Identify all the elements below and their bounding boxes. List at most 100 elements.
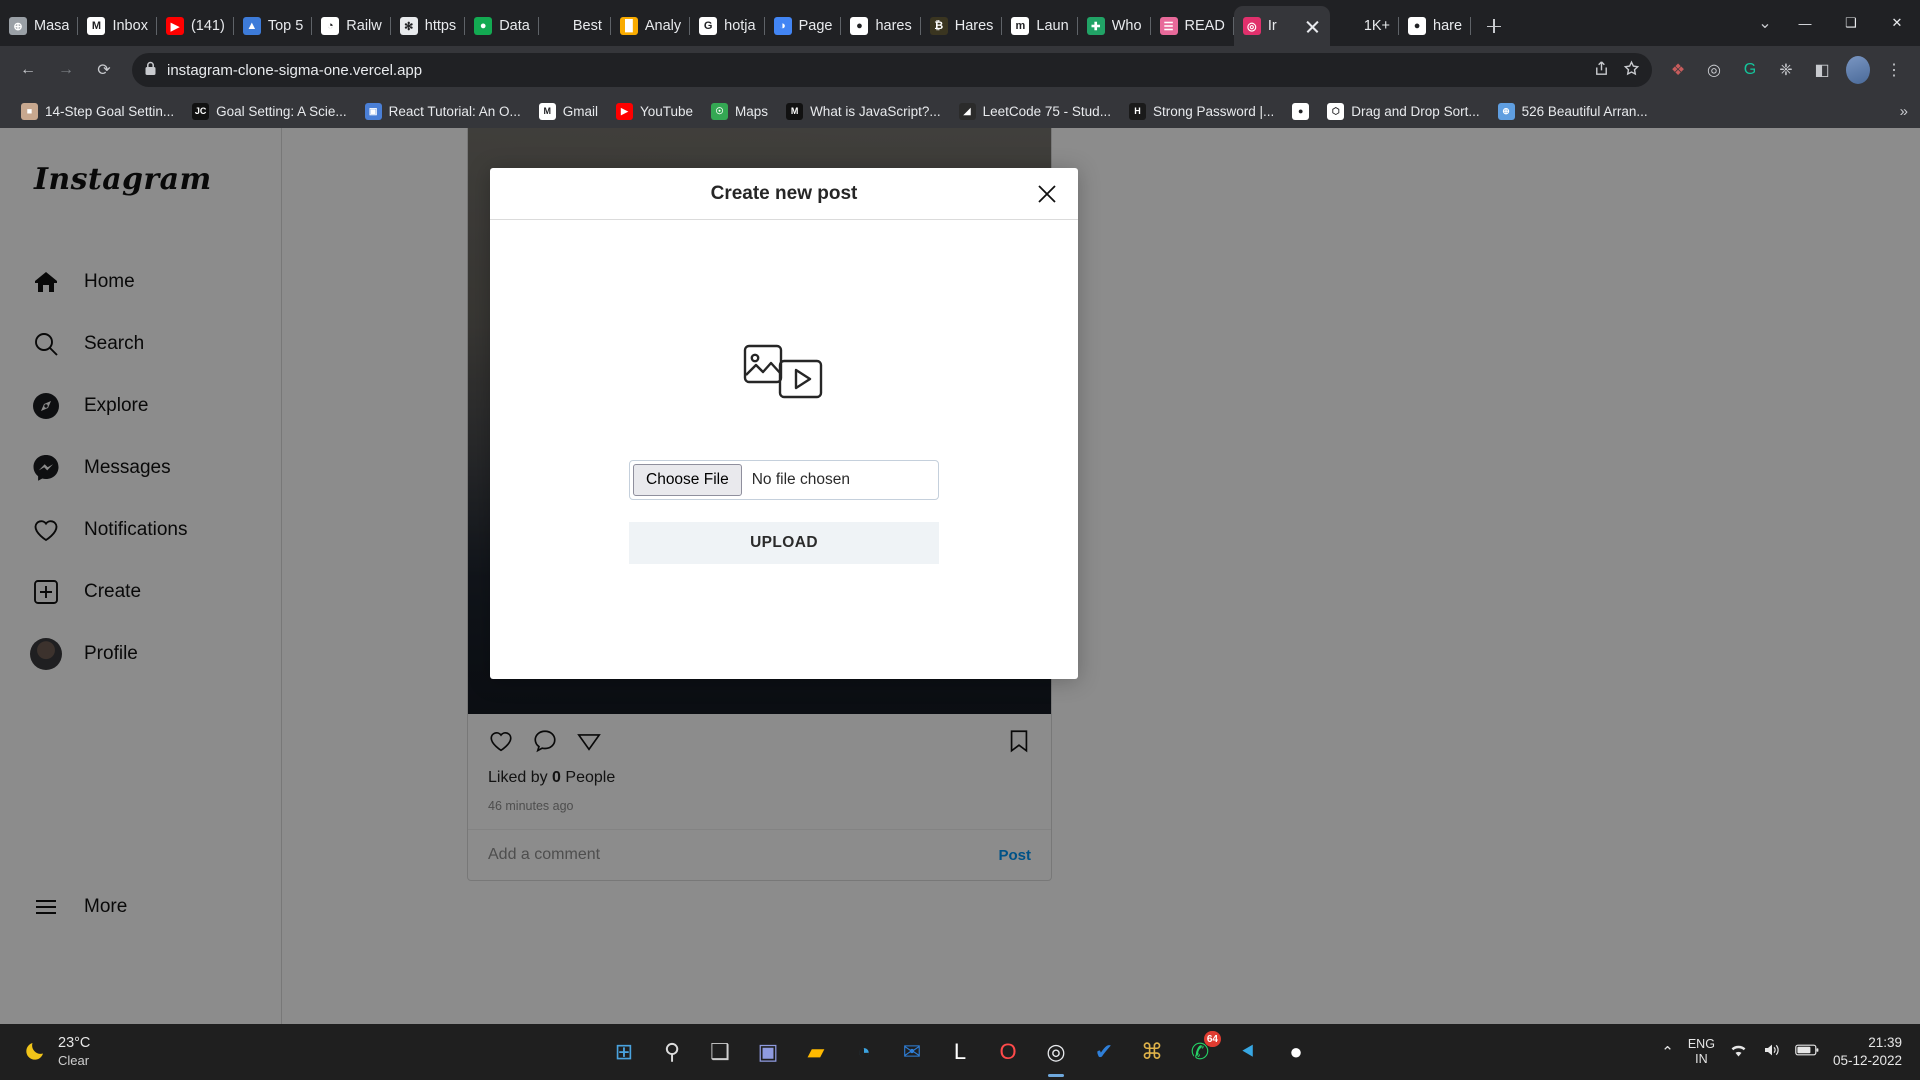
tab-search-chevron-icon[interactable]: ⌄	[1748, 3, 1782, 43]
bookmark-item[interactable]: ▣ React Tutorial: An O...	[356, 99, 530, 124]
back-button[interactable]: ←	[10, 52, 46, 88]
choose-file-button[interactable]: Choose File	[633, 464, 742, 496]
sidepanel-icon[interactable]: ◧	[1806, 54, 1838, 86]
browser-tab[interactable]: ⊕ Masa	[0, 6, 79, 46]
system-tray: ⌃ ENG IN 21:39 05-12-2022	[1661, 1034, 1920, 1069]
close-icon[interactable]	[1034, 181, 1060, 207]
browser-tab[interactable]: Ghotja	[690, 6, 765, 46]
new-tab-button[interactable]	[1477, 9, 1511, 43]
extension-colors-icon[interactable]: ❖	[1662, 54, 1694, 86]
maximize-button[interactable]: ❑	[1828, 3, 1874, 43]
google-chrome-icon[interactable]: ◎	[1039, 1035, 1073, 1069]
start-windows-icon[interactable]: ⊞	[607, 1035, 641, 1069]
microsoft-edge-icon[interactable]: ◔	[847, 1035, 881, 1069]
grammarly-icon[interactable]: G	[1734, 54, 1766, 86]
bookmark-item[interactable]: M Gmail	[530, 99, 607, 124]
reload-button[interactable]: ⟳	[86, 52, 122, 88]
browser-tab[interactable]: █ Analy	[611, 6, 691, 46]
github-icon: ●	[1408, 17, 1427, 35]
browser-tab[interactable]: ● hare	[1399, 6, 1472, 46]
lang-line2: IN	[1695, 1052, 1708, 1066]
upload-button[interactable]: UPLOAD	[629, 522, 939, 564]
tab-strip: ⊕ Masa M Inbox ▶ (141) ▲ Top 5 ◔ Railw ✻ https ● Data…	[0, 0, 1920, 46]
window-controls: ⌄ — ❑ ✕	[1748, 0, 1920, 46]
bookmark-item[interactable]: M What is JavaScript?...	[777, 99, 950, 124]
browser-tab[interactable]: ✚ Who	[1078, 6, 1151, 46]
bookmarks-overflow-button[interactable]: »	[1900, 103, 1908, 120]
bookmark-item[interactable]: ◢ LeetCode 75 - Stud...	[950, 99, 1120, 124]
modal-title: Create new post	[710, 182, 858, 204]
bookmark-item[interactable]: JC Goal Setting: A Scie...	[183, 99, 356, 124]
browser-tab[interactable]: ● hares	[841, 6, 921, 46]
mail-icon[interactable]: ✉	[895, 1035, 929, 1069]
task-view-icon[interactable]: ❑	[703, 1035, 737, 1069]
todo-check-icon[interactable]: ✔	[1087, 1035, 1121, 1069]
forward-button[interactable]: →	[48, 52, 84, 88]
bookmark-item[interactable]: ●	[1283, 99, 1318, 124]
bookmark-label: 526 Beautiful Arran...	[1521, 103, 1648, 119]
bookmark-item[interactable]: ⊕ 526 Beautiful Arran...	[1489, 99, 1657, 124]
taskbar-apps: ⊞ ⚲ ❑ ▣ ▰ ◔ ✉ L O ◎ ✔ ⌘ ✆ 64 ⯇ ●	[607, 1031, 1313, 1069]
bookmark-label: YouTube	[639, 103, 694, 119]
browser-tab[interactable]: ☰ READ	[1151, 6, 1234, 46]
bookmark-list: ■ 14-Step Goal Settin... JC Goal Setting: A…	[12, 99, 1657, 124]
tab-title: Analy	[644, 18, 682, 34]
battery-icon[interactable]	[1795, 1043, 1819, 1062]
browser-tab[interactable]: ✻ https	[391, 6, 466, 46]
leetcode-icon: ◢	[958, 102, 976, 120]
linkedin-icon[interactable]: L	[943, 1035, 977, 1069]
moon-icon	[24, 1038, 48, 1067]
browser-tab[interactable]: M Inbox	[78, 6, 157, 46]
dalle-icon: ✻	[399, 17, 418, 35]
address-bar[interactable]: instagram-clone-sigma-one.vercel.app	[132, 53, 1652, 87]
browser-tab[interactable]: ● Data	[465, 6, 539, 46]
file-input[interactable]: Choose File No file chosen	[629, 460, 939, 500]
browser-tab[interactable]: ▶ (141)	[157, 6, 234, 46]
share-icon[interactable]	[1593, 60, 1610, 81]
bookmark-item[interactable]: ▶ YouTube	[607, 99, 702, 124]
whatsapp-icon[interactable]: ✆ 64	[1183, 1031, 1221, 1069]
floppy-icon: ▣	[364, 102, 382, 120]
tray-chevron-icon[interactable]: ⌃	[1661, 1043, 1674, 1061]
modal-body: Choose File No file chosen UPLOAD	[490, 220, 1078, 679]
tab-title: Page	[798, 18, 833, 34]
instagram-icon: ◎	[1242, 17, 1261, 35]
close-tab-icon[interactable]	[1304, 18, 1321, 35]
github-desktop-icon[interactable]: ●	[1279, 1035, 1313, 1069]
search-icon[interactable]: ⚲	[655, 1035, 689, 1069]
star-icon[interactable]	[1623, 60, 1640, 81]
tab-title: Railw	[346, 18, 382, 34]
browser-tab[interactable]: ◑ Page	[765, 6, 842, 46]
opera-icon[interactable]: O	[991, 1035, 1025, 1069]
tab-title: Inbox	[112, 18, 148, 34]
browser-tab[interactable]: Best	[539, 6, 611, 46]
slack-icon[interactable]: ⌘	[1135, 1035, 1169, 1069]
weather-widget[interactable]: 23°C Clear	[0, 1034, 90, 1070]
more-menu-icon[interactable]: ⋮	[1878, 54, 1910, 86]
browser-tab[interactable]: ◔ Railw	[312, 6, 391, 46]
file-explorer-icon[interactable]: ▰	[799, 1035, 833, 1069]
wifi-icon[interactable]	[1729, 1042, 1748, 1063]
browser-tab[interactable]: 1K+	[1330, 6, 1400, 46]
vscode-icon[interactable]: ⯇	[1231, 1035, 1265, 1069]
profile-avatar-icon[interactable]	[1842, 54, 1874, 86]
shield-icon[interactable]: ◎	[1698, 54, 1730, 86]
browser-tab[interactable]: ₿ Hares	[921, 6, 1003, 46]
browser-tab-active[interactable]: ◎ Ir	[1233, 6, 1330, 46]
speaker-icon[interactable]	[1762, 1042, 1781, 1063]
web-page: Instagram Home Search Explore Messages N…	[0, 128, 1920, 1024]
teams-icon[interactable]: ▣	[751, 1035, 785, 1069]
bookmark-item[interactable]: H Strong Password |...	[1120, 99, 1283, 124]
bookmark-item[interactable]: ■ 14-Step Goal Settin...	[12, 99, 183, 124]
mdn-icon: M	[786, 102, 804, 120]
language-indicator[interactable]: ENG IN	[1688, 1037, 1715, 1067]
close-window-button[interactable]: ✕	[1874, 3, 1920, 43]
create-post-modal: Create new post Choose File No file chos…	[490, 168, 1078, 679]
minimize-button[interactable]: —	[1782, 3, 1828, 43]
bookmark-item[interactable]: ⬡ Drag and Drop Sort...	[1318, 99, 1488, 124]
browser-tab[interactable]: ▲ Top 5	[234, 6, 313, 46]
browser-tab[interactable]: m Laun	[1002, 6, 1078, 46]
puzzle-extensions-icon[interactable]: ❈	[1770, 54, 1802, 86]
clock[interactable]: 21:39 05-12-2022	[1833, 1034, 1902, 1069]
bookmark-item[interactable]: ☉ Maps	[702, 99, 777, 124]
